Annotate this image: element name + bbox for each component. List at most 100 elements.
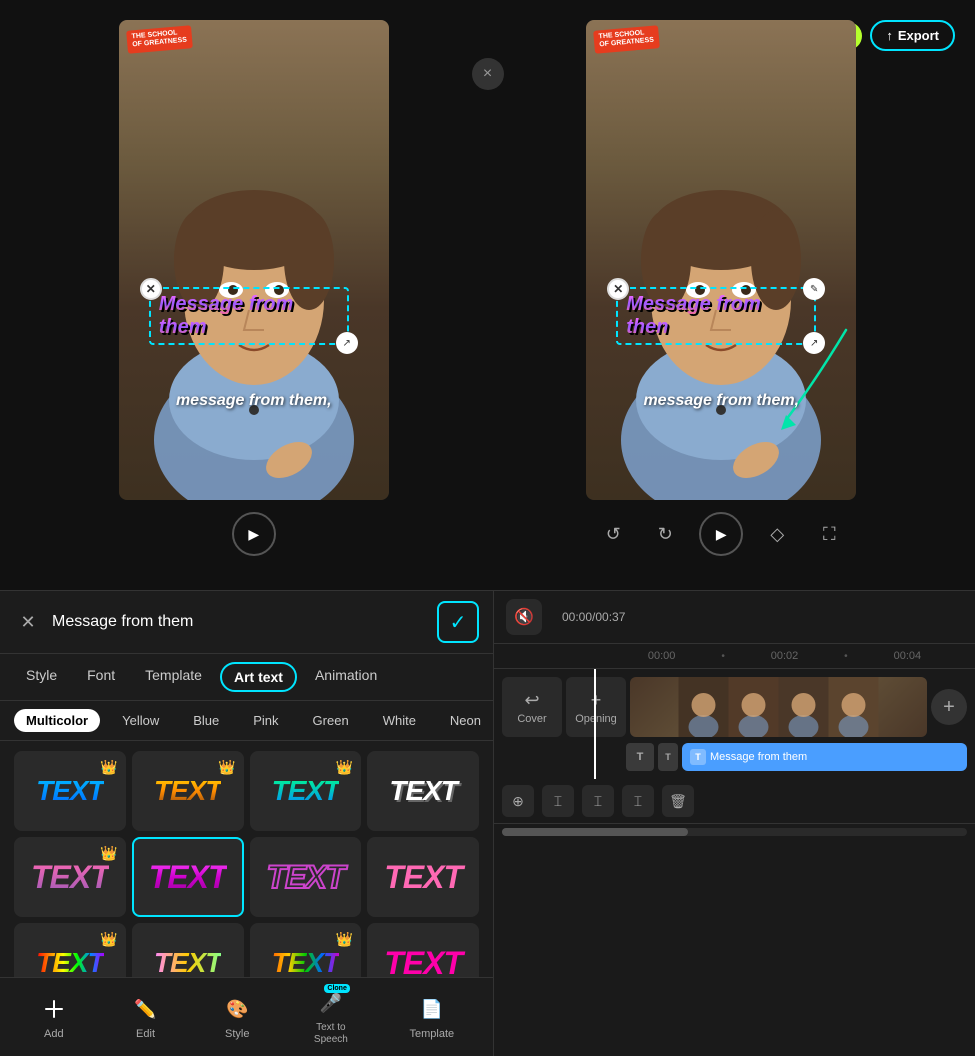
controls-row-right: ↺ ↻ ▶ ◇ ⛶ [595,512,847,556]
opening-label: Opening [575,713,617,725]
close-middle-btn[interactable]: × [472,58,504,90]
fullscreen-btn[interactable]: ⛶ [811,516,847,552]
opening-block[interactable]: + Opening [566,677,626,737]
bottom-toolbar: Add ✏️ Edit 🎨 Style 🎤 Clone Text toSpeec… [0,977,493,1056]
timeline-header: 🔇 00:00/00:37 [494,591,975,644]
tc-delete-btn[interactable]: 🗑 [662,785,694,817]
style-icon: 🎨 [222,994,252,1024]
text-icon-block2[interactable]: T [658,743,678,771]
style-item-5[interactable]: 👑 TEXT [14,837,126,917]
confirm-btn[interactable]: ✓ [437,601,479,643]
time-display: 00:00/00:37 [550,604,637,630]
video-bg-left: THE SCHOOL OF GREATNESS [119,20,389,500]
video-track[interactable] [630,677,927,737]
video-bg-right: THE SCHOOL OF GREATNESS [586,20,856,500]
resize-art-text-btn[interactable]: ↗ [336,332,358,354]
video-thumbnail [630,677,927,737]
style-item-1[interactable]: 👑 TEXT [14,751,126,831]
filter-multicolor[interactable]: Multicolor [14,709,100,732]
crown-icon-5: 👑 [100,845,117,862]
style-item-4[interactable]: TEXT [367,751,479,831]
style-item-6[interactable]: TEXT [132,837,244,917]
timeline-ruler: 00:00 • 00:02 • 00:04 [494,644,975,669]
toolbar-template-btn[interactable]: 📄 Template [410,994,455,1040]
bottom-section: ✕ ✓ Style Font Template Art text Animati… [0,590,975,1056]
style-item-7[interactable]: TEXT [250,837,362,917]
teal-arrow [776,320,856,440]
close-text-btn[interactable]: ✕ [14,608,42,636]
style-item-3[interactable]: 👑 TEXT [250,751,362,831]
filter-blue[interactable]: Blue [181,709,231,732]
sound-icon[interactable]: 🔇 [506,599,542,635]
timeline-scrollbar[interactable] [502,828,967,836]
back-icon: ↩ [524,690,539,711]
style-item-12[interactable]: TEXT [367,923,479,977]
style-text-1: TEXT [36,775,104,807]
text-input-field[interactable] [52,613,427,631]
style-text-5: TEXT [31,859,109,896]
tab-template[interactable]: Template [133,662,214,692]
style-item-10[interactable]: TEXT [132,923,244,977]
toolbar-tts-btn[interactable]: 🎤 Clone Text toSpeech [314,988,348,1046]
cover-block[interactable]: ↩ Cover [502,677,562,737]
art-text-overlay-left[interactable]: ✕ ↗ Message from them [149,287,349,345]
tab-animation[interactable]: Animation [303,662,389,692]
track-row-main: ↩ Cover + Opening [502,677,967,737]
filter-neon[interactable]: Neon [438,709,493,732]
text-track-main[interactable]: T Message from them [682,743,967,771]
play-btn-right[interactable]: ▶ [699,512,743,556]
tc-crop-btn[interactable]: ⌶ [622,785,654,817]
undo-btn[interactable]: ↺ [595,516,631,552]
crown-icon-9: 👑 [100,931,117,948]
tabs-row: Style Font Template Art text Animation [0,654,493,701]
crown-icon-11: 👑 [336,931,353,948]
toolbar-add-btn[interactable]: Add [39,994,69,1040]
style-text-4: TEXT [389,775,457,807]
cover-label: Cover [517,713,546,725]
style-item-2[interactable]: 👑 TEXT [132,751,244,831]
style-grid: 👑 TEXT 👑 TEXT 👑 TEXT TEXT 👑 TEXT TEXT [0,741,493,977]
text-track-label: Message from them [710,751,807,763]
template-icon: 📄 [417,994,447,1024]
filter-pink[interactable]: Pink [241,709,290,732]
time-marker-2: 00:04 [848,650,967,662]
style-item-11[interactable]: 👑 TEXT [250,923,362,977]
left-panel: ✕ ✓ Style Font Template Art text Animati… [0,590,493,1056]
export-button[interactable]: ↑ Export [870,20,955,51]
text-input-bar: ✕ ✓ [0,591,493,654]
tab-style[interactable]: Style [14,662,69,692]
right-panel: 🔇 00:00/00:37 00:00 • 00:02 • 00:04 ↩ Co… [493,590,975,1056]
video-container-left: THE SCHOOL OF GREATNESS [119,20,389,500]
style-item-9[interactable]: 👑 TEXT [14,923,126,977]
style-text-9: TEXT [36,947,104,977]
diamond-btn[interactable]: ◇ [759,516,795,552]
style-text-7: TEXT [266,859,344,896]
play-btn-left[interactable]: ▶ [232,512,276,556]
style-text-2: TEXT [154,775,222,807]
style-text-12: TEXT [384,945,462,978]
toolbar-style-btn[interactable]: 🎨 Style [222,994,252,1040]
video-panel-left: THE SCHOOL OF GREATNESS [20,20,488,580]
video-container-right: THE SCHOOL OF GREATNESS [586,20,856,500]
crown-icon-2: 👑 [218,759,235,776]
add-track-btn[interactable]: + [931,689,967,725]
crown-icon-1: 👑 [100,759,117,776]
art-text-label-right: Message from then [626,293,761,338]
text-icon-block[interactable]: T [626,743,654,771]
filter-yellow[interactable]: Yellow [110,709,171,732]
style-item-8[interactable]: TEXT [367,837,479,917]
style-text-6: TEXT [149,859,227,896]
toolbar-edit-btn[interactable]: ✏️ Edit [131,994,161,1040]
tab-font[interactable]: Font [75,662,127,692]
tc-split-btn[interactable]: ⌶ [542,785,574,817]
tab-art-text[interactable]: Art text [220,662,297,692]
filter-green[interactable]: Green [301,709,361,732]
tc-trim-btn[interactable]: ⌶ [582,785,614,817]
filter-white[interactable]: White [371,709,428,732]
tc-add-btn[interactable]: ⊕ [502,785,534,817]
export-icon: ↑ [886,28,893,43]
person-svg-left [119,20,389,500]
redo-btn[interactable]: ↻ [647,516,683,552]
timeline-tracks: ↩ Cover + Opening [494,669,975,779]
t-icon: T [690,749,706,765]
